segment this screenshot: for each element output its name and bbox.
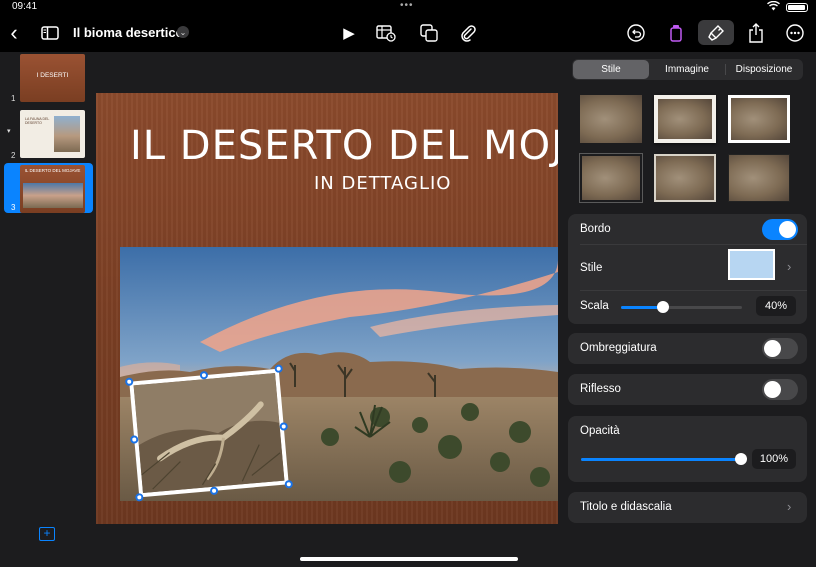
- slide-thumbnail-image: [54, 116, 80, 152]
- scale-slider-knob[interactable]: [657, 301, 669, 313]
- slide-thumbnail-image: [23, 183, 83, 208]
- border-style-swatch[interactable]: [728, 249, 775, 280]
- undo-icon[interactable]: [626, 23, 646, 43]
- border-style-label: Stile: [580, 262, 603, 274]
- status-time: 09:41: [12, 1, 38, 12]
- preset-preview: [656, 156, 714, 200]
- add-slide-button[interactable]: +: [39, 527, 55, 541]
- preset-preview: [582, 156, 640, 200]
- slide-canvas[interactable]: IL DESERTO DEL MOJAVE IN DETTAGLIO: [96, 52, 558, 567]
- slide-thumbnail-3[interactable]: IL DESERTO DEL MOJAVE: [20, 165, 85, 213]
- title-caption-card[interactable]: Titolo e didascalia ›: [568, 492, 807, 523]
- slide[interactable]: IL DESERTO DEL MOJAVE IN DETTAGLIO: [96, 93, 558, 524]
- wifi-icon: [767, 0, 780, 13]
- slide-thumbnail-title: I DESERTI: [36, 72, 69, 79]
- opacity-label: Opacità: [580, 425, 620, 437]
- more-icon[interactable]: [785, 23, 805, 43]
- shadow-card: Ombreggiatura: [568, 333, 807, 364]
- preset-preview: [580, 95, 642, 143]
- opacity-card: Opacità 100%: [568, 416, 807, 482]
- image-style-preset-2[interactable]: [654, 95, 716, 143]
- inspector-tabs: Stile Immagine Disposizione: [572, 59, 803, 80]
- image-style-preset-6[interactable]: [728, 154, 790, 202]
- sidebar-toggle-icon[interactable]: [40, 24, 60, 42]
- lizard-image[interactable]: [124, 364, 294, 502]
- tab-image[interactable]: Immagine: [649, 60, 725, 79]
- battery-icon: [786, 3, 808, 12]
- shapes-icon[interactable]: [418, 23, 440, 43]
- slide-navigator: I DESERTI 1 ▾ LA FAUNA DEL DESERTO 2 IL …: [0, 52, 96, 567]
- share-icon[interactable]: [746, 22, 766, 44]
- format-brush-button[interactable]: [698, 20, 734, 45]
- border-card: Bordo Stile › Scala 40%: [568, 214, 807, 324]
- opacity-value[interactable]: 100%: [752, 449, 796, 469]
- slide-number: 2: [11, 151, 16, 160]
- preset-preview: [729, 155, 789, 201]
- format-shape-icon[interactable]: [666, 23, 686, 43]
- back-button[interactable]: ‹: [6, 20, 22, 45]
- toolbar: ‹ Il bioma desertico ⌄ ▶: [0, 14, 816, 52]
- chevron-right-icon[interactable]: ›: [787, 499, 791, 514]
- slide-thumbnail-1[interactable]: I DESERTI: [20, 54, 85, 102]
- slide-subtitle[interactable]: IN DETTAGLIO: [314, 173, 451, 194]
- divider: [580, 290, 807, 291]
- format-inspector: Stile Immagine Disposizione Bordo Stile …: [558, 52, 816, 567]
- divider: [580, 244, 807, 245]
- opacity-slider-fill: [581, 458, 741, 461]
- scale-slider[interactable]: [621, 301, 742, 313]
- slide-thumbnail-2[interactable]: LA FAUNA DEL DESERTO: [20, 110, 85, 158]
- slide-title[interactable]: IL DESERTO DEL MOJAVE: [130, 123, 558, 169]
- image-style-preset-5[interactable]: [654, 154, 716, 202]
- image-style-preset-4[interactable]: [580, 154, 642, 202]
- border-label: Bordo: [580, 223, 611, 235]
- paintbrush-icon: [708, 24, 724, 41]
- image-style-preset-3[interactable]: [728, 95, 790, 143]
- paperclip-icon[interactable]: [458, 23, 478, 43]
- tab-arrange[interactable]: Disposizione: [726, 60, 802, 79]
- border-toggle[interactable]: [762, 219, 798, 240]
- home-indicator[interactable]: [300, 557, 518, 561]
- multitasking-dots[interactable]: •••: [400, 0, 414, 11]
- title-caption-label: Titolo e didascalia: [580, 501, 672, 513]
- document-title[interactable]: Il bioma desertico: [73, 25, 184, 40]
- title-menu-button[interactable]: ⌄: [177, 26, 189, 38]
- reflection-label: Riflesso: [580, 383, 621, 395]
- reflection-card: Riflesso: [568, 374, 807, 405]
- slide-thumbnail-title: IL DESERTO DEL MOJAVE: [24, 168, 81, 173]
- group-disclosure-icon[interactable]: ▾: [7, 127, 11, 135]
- slide-number: 1: [11, 94, 16, 103]
- opacity-slider-knob[interactable]: [735, 453, 747, 465]
- preset-preview: [658, 99, 712, 139]
- opacity-slider[interactable]: [581, 453, 747, 465]
- shadow-label: Ombreggiatura: [580, 342, 657, 354]
- scale-label: Scala: [580, 300, 609, 312]
- slide-thumbnail-title: LA FAUNA DEL DESERTO: [25, 117, 50, 126]
- tab-style[interactable]: Stile: [573, 60, 649, 79]
- play-button[interactable]: ▶: [340, 23, 358, 43]
- preset-preview: [731, 98, 787, 140]
- reflection-toggle[interactable]: [762, 379, 798, 400]
- slide-number: 3: [11, 203, 16, 212]
- image-style-preset-1[interactable]: [580, 95, 642, 143]
- scale-value[interactable]: 40%: [756, 296, 796, 316]
- status-bar: 09:41 •••: [0, 0, 816, 14]
- chevron-right-icon[interactable]: ›: [787, 259, 791, 274]
- lizard-image-content: [129, 368, 289, 498]
- table-icon[interactable]: [375, 23, 397, 43]
- shadow-toggle[interactable]: [762, 338, 798, 359]
